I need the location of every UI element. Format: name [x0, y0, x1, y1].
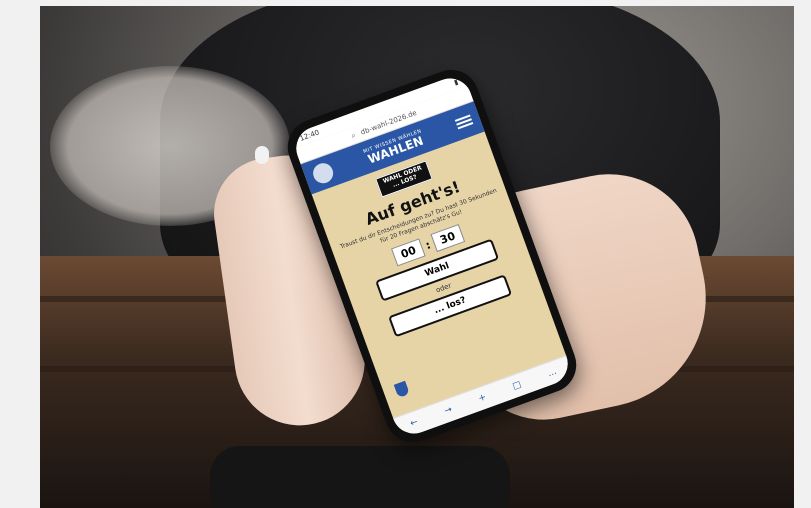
- forward-icon[interactable]: →: [443, 405, 454, 417]
- hamburger-menu-icon[interactable]: [454, 114, 474, 130]
- battery-icon: ▮: [452, 77, 460, 87]
- tabs-icon[interactable]: □: [511, 380, 522, 392]
- timer-minutes: 00: [391, 238, 426, 267]
- photo-background: 12:40 ▮ ⌕ db-wahl-2026.de MIT WISSEN WÄH…: [40, 6, 794, 508]
- search-icon: ⌕: [350, 130, 357, 140]
- more-icon[interactable]: …: [546, 367, 558, 379]
- timer-separator: :: [423, 238, 433, 253]
- sleeve: [210, 446, 510, 508]
- new-tab-icon[interactable]: +: [477, 392, 488, 404]
- shield-icon[interactable]: [393, 380, 410, 399]
- timer-seconds: 30: [430, 224, 465, 253]
- fingernail: [255, 146, 269, 164]
- logo-icon[interactable]: [310, 160, 336, 187]
- back-icon[interactable]: ←: [409, 417, 420, 429]
